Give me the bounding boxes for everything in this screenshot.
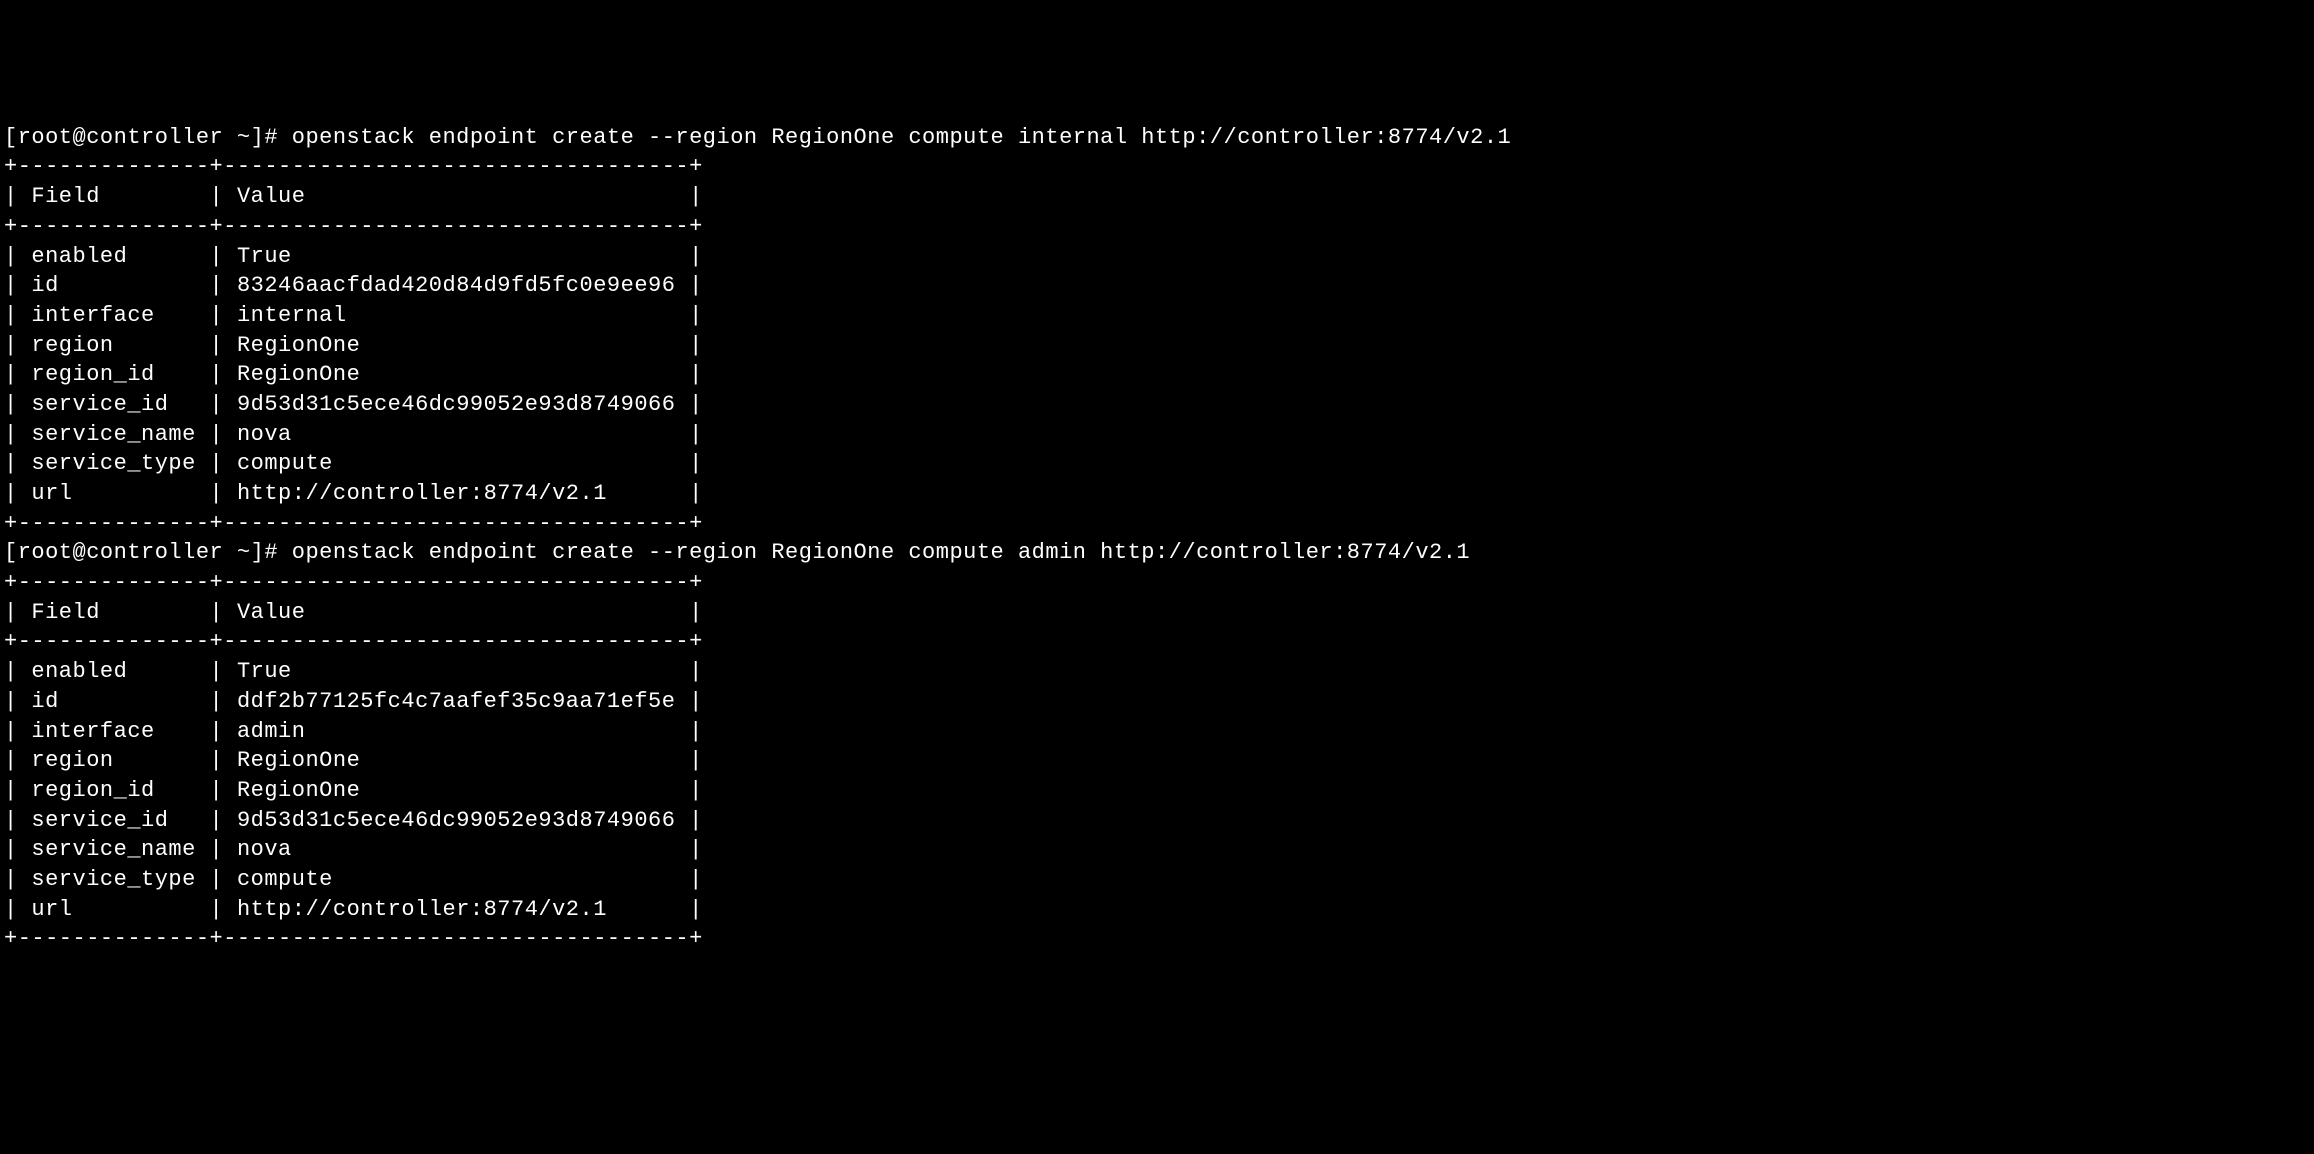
table-row: | interface | internal |	[4, 301, 2310, 331]
table-row: | service_type | compute |	[4, 865, 2310, 895]
table-header-value: Value	[237, 184, 306, 209]
table-cell-value: True	[237, 659, 292, 684]
table-row: | interface | admin |	[4, 717, 2310, 747]
table-cell-value: 83246aacfdad420d84d9fd5fc0e9ee96	[237, 273, 675, 298]
table-header-field: Field	[31, 184, 100, 209]
table-cell-value: RegionOne	[237, 748, 360, 773]
table-cell-field: interface	[31, 719, 154, 744]
table-row: | service_id | 9d53d31c5ece46dc99052e93d…	[4, 806, 2310, 836]
table-header-value: Value	[237, 600, 306, 625]
table-row: | region_id | RegionOne |	[4, 776, 2310, 806]
table-border-mid-2: +--------------+------------------------…	[4, 627, 2310, 657]
table-cell-field: service_type	[31, 451, 195, 476]
table-border-mid-1: +--------------+------------------------…	[4, 212, 2310, 242]
table-cell-value: ddf2b77125fc4c7aafef35c9aa71ef5e	[237, 689, 675, 714]
table-cell-field: enabled	[31, 659, 127, 684]
table-cell-value: nova	[237, 837, 292, 862]
table-cell-field: interface	[31, 303, 154, 328]
table-row: | service_name | nova |	[4, 835, 2310, 865]
table-row: | region | RegionOne |	[4, 746, 2310, 776]
table-cell-field: service_id	[31, 392, 168, 417]
table-cell-value: internal	[237, 303, 347, 328]
command-prompt-1[interactable]: [root@controller ~]# openstack endpoint …	[4, 123, 2310, 153]
table-cell-value: RegionOne	[237, 778, 360, 803]
table-cell-value: compute	[237, 867, 333, 892]
table-border-bottom-1: +--------------+------------------------…	[4, 509, 2310, 539]
table-cell-field: region	[31, 748, 113, 773]
table-header-row-1: | Field | Value |	[4, 182, 2310, 212]
table-cell-value: nova	[237, 422, 292, 447]
table-border-bottom-2: +--------------+------------------------…	[4, 924, 2310, 954]
table-row: | region | RegionOne |	[4, 331, 2310, 361]
table-cell-value: compute	[237, 451, 333, 476]
table-cell-field: region	[31, 333, 113, 358]
table-row: | id | 83246aacfdad420d84d9fd5fc0e9ee96 …	[4, 271, 2310, 301]
table-cell-value: RegionOne	[237, 333, 360, 358]
table-row: | service_name | nova |	[4, 420, 2310, 450]
table-cell-field: service_name	[31, 837, 195, 862]
table-cell-field: enabled	[31, 244, 127, 269]
table-header-field: Field	[31, 600, 100, 625]
table-cell-field: id	[31, 689, 58, 714]
table-cell-field: service_id	[31, 808, 168, 833]
table-cell-field: service_type	[31, 867, 195, 892]
table-cell-field: region_id	[31, 778, 154, 803]
table-cell-field: id	[31, 273, 58, 298]
command-prompt-2[interactable]: [root@controller ~]# openstack endpoint …	[4, 538, 2310, 568]
table-cell-value: admin	[237, 719, 306, 744]
table-cell-value: 9d53d31c5ece46dc99052e93d8749066	[237, 392, 675, 417]
table-row: | service_type | compute |	[4, 449, 2310, 479]
table-row: | enabled | True |	[4, 242, 2310, 272]
table-cell-field: url	[31, 897, 72, 922]
table-header-row-2: | Field | Value |	[4, 598, 2310, 628]
table-row: | url | http://controller:8774/v2.1 |	[4, 479, 2310, 509]
table-row: | service_id | 9d53d31c5ece46dc99052e93d…	[4, 390, 2310, 420]
table-cell-field: service_name	[31, 422, 195, 447]
table-border-top-2: +--------------+------------------------…	[4, 568, 2310, 598]
table-cell-value: RegionOne	[237, 362, 360, 387]
table-row: | url | http://controller:8774/v2.1 |	[4, 895, 2310, 925]
table-row: | enabled | True |	[4, 657, 2310, 687]
table-cell-field: url	[31, 481, 72, 506]
table-row: | id | ddf2b77125fc4c7aafef35c9aa71ef5e …	[4, 687, 2310, 717]
table-row: | region_id | RegionOne |	[4, 360, 2310, 390]
table-cell-field: region_id	[31, 362, 154, 387]
table-cell-value: 9d53d31c5ece46dc99052e93d8749066	[237, 808, 675, 833]
table-cell-value: http://controller:8774/v2.1	[237, 897, 607, 922]
table-cell-value: http://controller:8774/v2.1	[237, 481, 607, 506]
table-border-top-1: +--------------+------------------------…	[4, 152, 2310, 182]
table-cell-value: True	[237, 244, 292, 269]
